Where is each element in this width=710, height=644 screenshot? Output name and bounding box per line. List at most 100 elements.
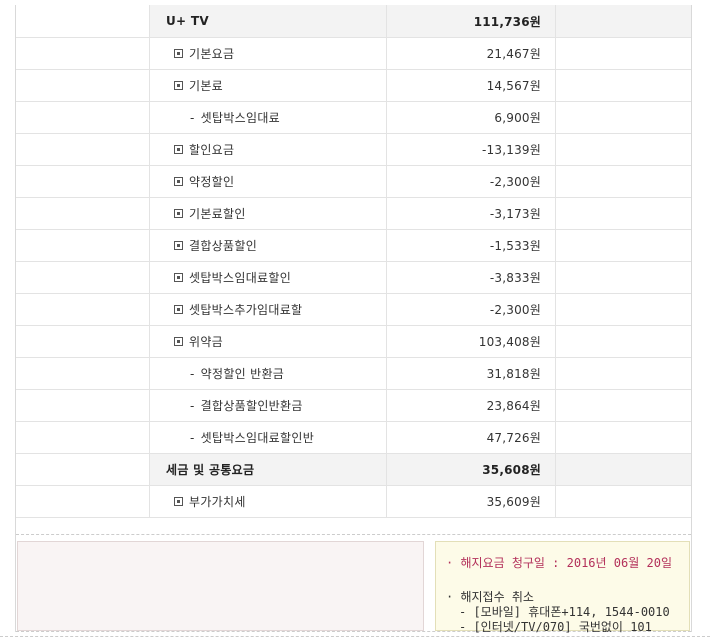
table-cell [556, 486, 691, 517]
dash-icon: - [190, 366, 195, 381]
table-row: - 셋탑박스임대료 6,900원 [16, 102, 691, 134]
row-amount: 23,864원 [486, 399, 541, 413]
table-cell: 약정할인 [150, 166, 387, 197]
table-row: - 셋탑박스임대료할인반 47,726원 [16, 422, 691, 454]
row-label-text: U+ TV [166, 14, 209, 28]
table-cell [556, 390, 691, 421]
table-cell: -2,300원 [387, 166, 556, 197]
section-row: U+ TV 111,736원 [16, 5, 691, 38]
table-cell [16, 198, 150, 229]
table-cell [16, 5, 150, 37]
table-cell [556, 422, 691, 453]
table-row: - 결합상품할인반환금 23,864원 [16, 390, 691, 422]
table-cell [556, 230, 691, 261]
table-cell: 셋탑박스임대료할인 [150, 262, 387, 293]
table-cell [556, 70, 691, 101]
table-cell [16, 38, 150, 69]
table-cell [556, 102, 691, 133]
table-cell: -13,139원 [387, 134, 556, 165]
row-label-text: 셋탑박스추가임대료할 [189, 303, 303, 317]
table-cell: 할인요금 [150, 134, 387, 165]
table-cell [556, 166, 691, 197]
table-cell: 35,608원 [387, 454, 556, 485]
row-label: 결합상품할인 [174, 230, 257, 261]
table-cell: 47,726원 [387, 422, 556, 453]
row-label: 기본료 [174, 70, 223, 101]
square-bullet-icon [174, 81, 183, 90]
row-label: U+ TV [166, 5, 209, 37]
table-cell: 111,736원 [387, 5, 556, 37]
table-cell [16, 454, 150, 485]
row-label: - 셋탑박스임대료 [190, 102, 280, 133]
row-amount: -2,300원 [489, 303, 541, 317]
row-amount: 35,608원 [482, 463, 541, 477]
table-cell [556, 198, 691, 229]
memo-area [17, 541, 424, 631]
table-cell: 6,900원 [387, 102, 556, 133]
dash-icon: - [190, 430, 195, 445]
table-cell: -2,300원 [387, 294, 556, 325]
row-amount: 35,609원 [486, 495, 541, 509]
table-cell: 결합상품할인 [150, 230, 387, 261]
table-cell [16, 294, 150, 325]
table-cell [16, 102, 150, 133]
row-label-text: 결합상품할인반환금 [200, 399, 303, 413]
table-cell [16, 326, 150, 357]
table-cell: 부가가치세 [150, 486, 387, 517]
row-amount: 14,567원 [486, 79, 541, 93]
table-row: 결합상품할인 -1,533원 [16, 230, 691, 262]
table-row: 위약금 103,408원 [16, 326, 691, 358]
table-cell [556, 358, 691, 389]
square-bullet-icon [174, 49, 183, 58]
table-cell: 기본료할인 [150, 198, 387, 229]
row-amount: -13,139원 [482, 143, 541, 157]
row-label: 기본료할인 [174, 198, 246, 229]
table-cell: 세금 및 공통요금 [150, 454, 387, 485]
row-label-text: 셋탑박스임대료할인 [189, 271, 292, 285]
bill-detail-panel: U+ TV 111,736원 기본요금 21,467원 기본료 14,567원 - 셋탑박스임… [15, 5, 692, 634]
row-amount: -3,833원 [489, 271, 541, 285]
row-amount: 111,736원 [473, 14, 541, 29]
row-label: 약정할인 [174, 166, 234, 197]
row-amount: 21,467원 [486, 47, 541, 61]
table-cell [16, 70, 150, 101]
row-label-text: 부가가치세 [189, 495, 246, 509]
row-amount: -3,173원 [489, 207, 541, 221]
square-bullet-icon [174, 241, 183, 250]
row-label: 기본요금 [174, 38, 234, 69]
table-cell [16, 486, 150, 517]
row-label: 부가가치세 [174, 486, 246, 517]
square-bullet-icon [174, 209, 183, 218]
table-cell [16, 134, 150, 165]
square-bullet-icon [174, 497, 183, 506]
table-cell: - 약정할인 반환금 [150, 358, 387, 389]
table-cell: -3,833원 [387, 262, 556, 293]
table-row: 기본요금 21,467원 [16, 38, 691, 70]
row-label: - 셋탑박스임대료할인반 [190, 422, 314, 453]
row-label: - 결합상품할인반환금 [190, 390, 303, 421]
row-amount: 47,726원 [486, 431, 541, 445]
cancel-internet-info: - [인터넷/TV/070] 국번없이 101 [459, 620, 652, 634]
table-cell: 기본요금 [150, 38, 387, 69]
table-cell: 21,467원 [387, 38, 556, 69]
bill-detail-table: U+ TV 111,736원 기본요금 21,467원 기본료 14,567원 - 셋탑박스임… [16, 5, 691, 518]
row-label: 위약금 [174, 326, 223, 357]
table-cell: 31,818원 [387, 358, 556, 389]
table-cell: 35,609원 [387, 486, 556, 517]
row-label: - 약정할인 반환금 [190, 358, 284, 389]
table-cell [556, 38, 691, 69]
table-cell [16, 358, 150, 389]
table-cell [556, 262, 691, 293]
square-bullet-icon [174, 337, 183, 346]
table-cell: 셋탑박스추가임대료할 [150, 294, 387, 325]
square-bullet-icon [174, 273, 183, 282]
row-amount: -1,533원 [489, 239, 541, 253]
row-label-text: 결합상품할인 [189, 239, 258, 253]
table-row: 셋탑박스추가임대료할 -2,300원 [16, 294, 691, 326]
table-cell: U+ TV [150, 5, 387, 37]
bottom-divider [0, 636, 710, 637]
table-cell: 위약금 [150, 326, 387, 357]
row-label-text: 기본료할인 [189, 207, 246, 221]
square-bullet-icon [174, 145, 183, 154]
table-cell [16, 390, 150, 421]
